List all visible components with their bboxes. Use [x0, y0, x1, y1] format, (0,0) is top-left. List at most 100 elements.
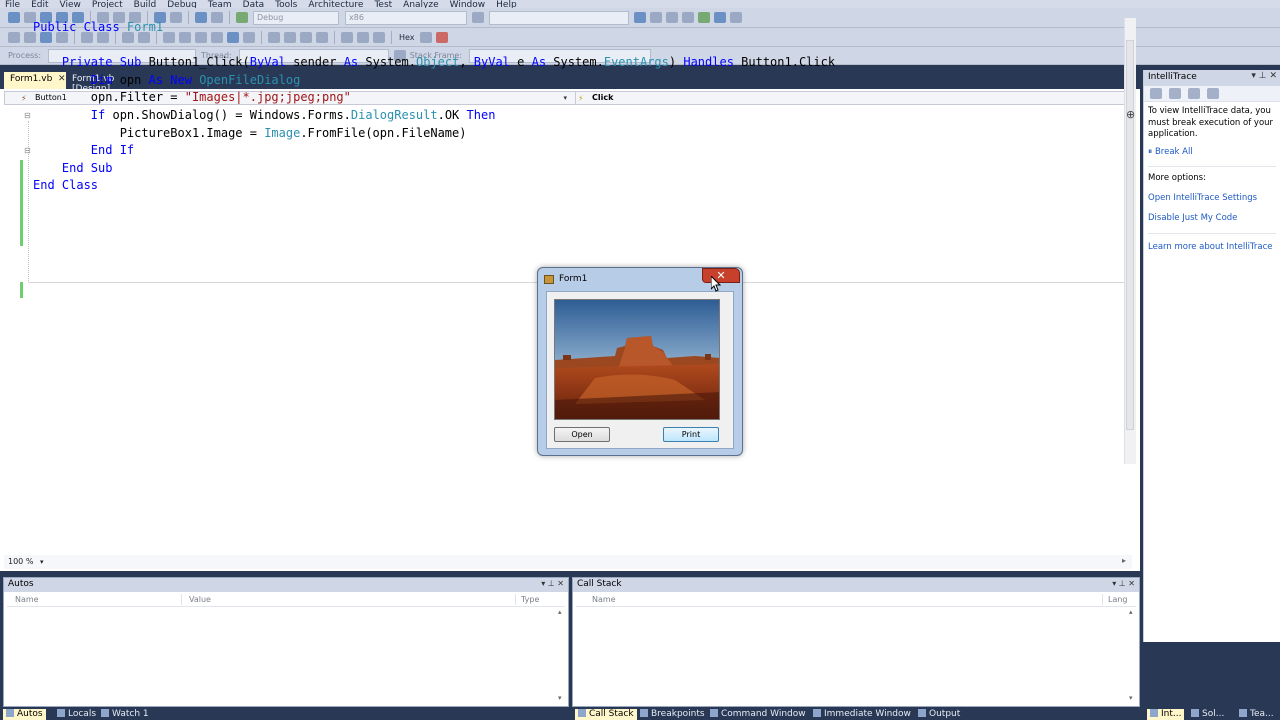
scroll-right-icon[interactable]: ▸: [1122, 556, 1126, 565]
show-calls-view-icon[interactable]: [1150, 88, 1162, 99]
column-name[interactable]: Name: [9, 595, 39, 604]
collapse-icon[interactable]: ⊟: [24, 111, 33, 120]
open-intellitrace-settings-link[interactable]: Open IntelliTrace Settings: [1148, 193, 1276, 205]
code-line[interactable]: opn.Filter = "Images|*.jpg;jpeg;png": [33, 89, 1123, 107]
chevron-down-icon[interactable]: ▾: [40, 558, 44, 566]
form1-client-area: Open Print: [546, 291, 734, 449]
code-token: opn.ShowDialog() = Windows.Forms.: [112, 107, 351, 122]
code-token: Button1.Click: [741, 55, 836, 70]
close-icon[interactable]: ✕: [1269, 71, 1277, 81]
menu-item[interactable]: Architecture: [308, 0, 363, 8]
code-token: DialogResult: [350, 107, 438, 122]
scroll-down-icon[interactable]: ▾: [1129, 694, 1133, 702]
tool-tab[interactable]: Immediate Window: [810, 709, 914, 720]
tool-tab[interactable]: Tea...: [1236, 709, 1277, 720]
format-icon[interactable]: [8, 31, 20, 43]
tool-tab[interactable]: Int...: [1147, 709, 1185, 720]
code-line[interactable]: End Class: [33, 177, 1123, 195]
pane-title: IntelliTrace: [1148, 72, 1197, 82]
tool-tab[interactable]: Watch 1: [98, 709, 152, 720]
menu-item[interactable]: Test: [374, 0, 392, 8]
call-stack-window: Call Stack ▾ ⊥ ✕ Name Lang ▴ ▾: [572, 577, 1140, 707]
tool-tab[interactable]: Sol...: [1188, 709, 1227, 720]
intellitrace-message: To view IntelliTrace data, you must brea…: [1148, 106, 1274, 139]
mouse-cursor-icon: [711, 276, 721, 292]
column-value[interactable]: Value: [183, 595, 211, 604]
code-line[interactable]: [33, 37, 1123, 55]
learn-more-link[interactable]: Learn more about IntelliTrace: [1148, 232, 1276, 254]
code-line[interactable]: Private Sub Button1_Click(ByVal sender A…: [33, 54, 1123, 72]
code-text[interactable]: Public Class Form1 Private Sub Button1_C…: [33, 19, 1123, 199]
menu-item[interactable]: Edit: [31, 0, 48, 8]
autos-header: Name Value Type: [7, 593, 565, 607]
menu-item[interactable]: File: [5, 0, 20, 8]
print-button[interactable]: Print: [663, 427, 719, 442]
tool-window-icon: [1150, 709, 1158, 717]
tool-tab-label: Locals: [68, 709, 97, 719]
tool-tab[interactable]: Autos: [3, 709, 46, 720]
tool-tab[interactable]: Breakpoints: [637, 709, 708, 720]
tool-window-icon: [918, 709, 926, 717]
call-stack-title-bar: Call Stack ▾ ⊥ ✕: [573, 578, 1139, 592]
menu-item[interactable]: Project: [92, 0, 123, 8]
menu-item[interactable]: Team: [208, 0, 232, 8]
close-button[interactable]: ✕: [702, 268, 740, 283]
collapse-icon[interactable]: ⊟: [24, 146, 33, 155]
vertical-scrollbar[interactable]: ▴ ▾: [558, 608, 566, 702]
scroll-up-icon[interactable]: ▴: [558, 608, 562, 616]
new-project-icon[interactable]: [8, 12, 20, 23]
chevron-down-icon[interactable]: ▾: [541, 579, 545, 588]
intellitrace-title-bar: IntelliTrace ▾ ⊥ ✕: [1144, 70, 1280, 86]
filter-icon[interactable]: [1168, 88, 1181, 99]
code-line[interactable]: End Sub: [33, 160, 1123, 178]
pin-icon[interactable]: ⊥: [1119, 579, 1126, 588]
code-line[interactable]: PictureBox1.Image = Image.FromFile(opn.F…: [33, 125, 1123, 143]
menu-item[interactable]: Debug: [167, 0, 197, 8]
search-icon[interactable]: [1187, 88, 1200, 99]
column-type[interactable]: Type: [515, 595, 539, 604]
window-title: Form1: [559, 274, 588, 284]
close-icon[interactable]: ✕: [557, 579, 564, 588]
vertical-scrollbar[interactable]: ▴ ▾: [1129, 608, 1137, 702]
pin-icon[interactable]: ⊥: [548, 579, 555, 588]
menu-item[interactable]: Build: [134, 0, 157, 8]
menu-item[interactable]: Analyze: [403, 0, 438, 8]
split-window-icon[interactable]: ⊕: [1126, 108, 1135, 121]
open-button[interactable]: Open: [554, 427, 610, 442]
menu-item[interactable]: Window: [450, 0, 486, 8]
settings-icon[interactable]: [1206, 88, 1219, 99]
zoom-bar: 100 % ▾ ▸: [4, 555, 1132, 569]
code-line[interactable]: If opn.ShowDialog() = Windows.Forms.Dial…: [33, 107, 1123, 125]
code-token: If: [90, 107, 113, 122]
column-name[interactable]: Name: [586, 595, 616, 604]
code-line[interactable]: End If: [33, 142, 1123, 160]
tool-tab[interactable]: Locals: [54, 709, 99, 720]
tool-tab[interactable]: Call Stack: [575, 709, 637, 720]
zoom-level[interactable]: 100 %: [8, 557, 33, 566]
column-language[interactable]: Lang: [1102, 595, 1128, 604]
chevron-down-icon[interactable]: ▾: [1112, 579, 1116, 588]
break-all-link[interactable]: ⏸ Break All: [1148, 147, 1276, 159]
code-line[interactable]: Dim opn As New OpenFileDialog: [33, 72, 1123, 90]
tool-tab[interactable]: Command Window: [707, 709, 809, 720]
column-divider[interactable]: [181, 594, 182, 605]
menu-item[interactable]: Help: [496, 0, 517, 8]
vertical-scrollbar-thumb[interactable]: [1126, 40, 1134, 430]
chevron-down-icon[interactable]: ▾: [1251, 71, 1256, 81]
code-line[interactable]: Public Class Form1: [33, 19, 1123, 37]
menu-item[interactable]: Tools: [275, 0, 297, 8]
menu-item[interactable]: Data: [243, 0, 265, 8]
code-token: Private Sub: [61, 55, 149, 70]
scroll-down-icon[interactable]: ▾: [558, 694, 562, 702]
scroll-up-icon[interactable]: ▴: [1129, 608, 1133, 616]
pin-icon[interactable]: ⊥: [1259, 71, 1267, 81]
code-token: opn.Filter =: [33, 90, 185, 105]
tool-window-icon: [813, 709, 821, 717]
disable-just-my-code-link[interactable]: Disable Just My Code: [1148, 213, 1276, 225]
tool-tab[interactable]: Output: [915, 709, 963, 720]
code-token: System.: [365, 55, 416, 70]
close-icon[interactable]: ✕: [1128, 579, 1135, 588]
code-token: Dim: [90, 72, 120, 87]
menu-item[interactable]: View: [60, 0, 81, 8]
